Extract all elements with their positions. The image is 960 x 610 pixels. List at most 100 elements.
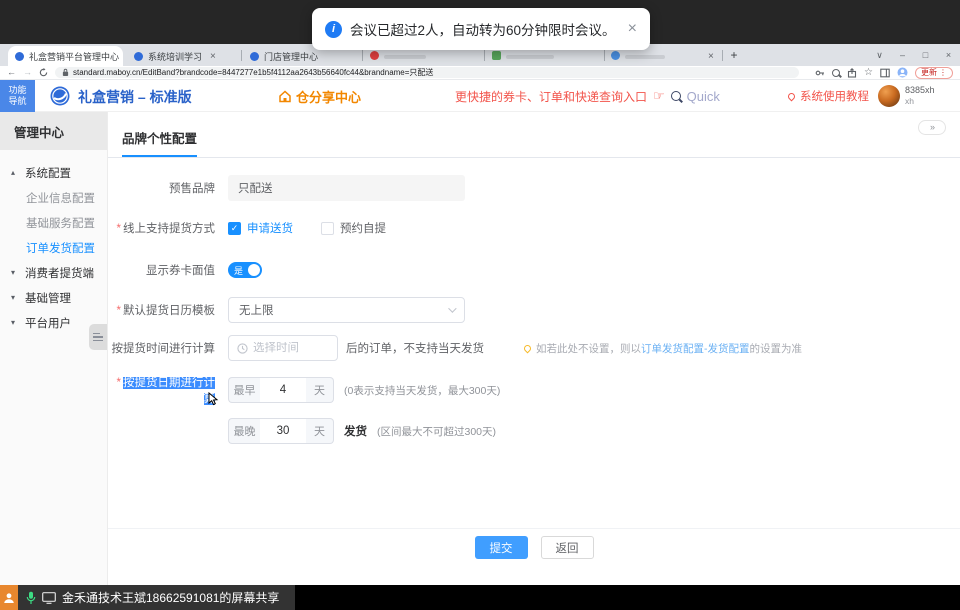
check-icon: ✓ xyxy=(231,223,239,234)
forward-icon[interactable]: → xyxy=(23,68,32,77)
form-row-date-calc-latest: 最晚 天 发货 (区间最大不可超过300天) xyxy=(108,418,960,444)
panel-collapse-button[interactable]: » xyxy=(918,120,946,135)
time-suffix-text: 后的订单，不支持当天发货 xyxy=(346,340,484,356)
quick-label: Quick xyxy=(687,89,720,104)
form-row-face-value: 显示券卡面值 是 xyxy=(108,261,960,278)
function-nav-button[interactable]: 功能 导航 xyxy=(0,80,35,112)
sidebar-item-order-shipping[interactable]: 订单发货配置 xyxy=(0,235,107,260)
app-header: 功能 导航 礼盒营销 – 标准版 仓分享中心 更快捷的券卡、订单和快递查询入口 … xyxy=(0,80,960,112)
profile-avatar-icon[interactable] xyxy=(897,67,908,78)
share-icon[interactable] xyxy=(847,68,857,78)
window-minimize-button[interactable]: – xyxy=(891,44,914,66)
face-value-toggle[interactable]: 是 xyxy=(228,262,262,278)
calendar-template-select[interactable]: 无上限 xyxy=(228,297,465,323)
warehouse-share-link[interactable]: 仓分享中心 xyxy=(278,80,361,112)
tab-separator xyxy=(241,50,242,61)
hint-link[interactable]: 订单发货配置-发货配置 xyxy=(641,343,750,355)
earliest-days-input[interactable] xyxy=(260,377,306,403)
tab-favicon xyxy=(250,52,259,61)
back-button[interactable]: 返回 xyxy=(541,536,594,559)
obscured-tab-title[interactable] xyxy=(625,55,665,59)
window-maximize-button[interactable]: □ xyxy=(914,44,937,66)
time-picker[interactable] xyxy=(228,335,338,361)
tab-close-icon[interactable]: × xyxy=(708,51,714,62)
zoom-icon[interactable] xyxy=(832,69,840,77)
address-bar-icons: ☆ 更新 ⋮ xyxy=(815,67,953,79)
tab-favicon xyxy=(134,52,143,61)
toast-close-icon[interactable]: × xyxy=(628,20,637,38)
bookmark-star-icon[interactable]: ☆ xyxy=(864,68,873,78)
obscured-tab-title[interactable] xyxy=(506,55,554,59)
app-logo xyxy=(50,86,70,106)
promo-text: 更快捷的券卡、订单和快递查询入口 xyxy=(455,88,647,105)
tab-close-icon[interactable]: × xyxy=(210,51,216,62)
new-tab-button[interactable]: + xyxy=(726,48,742,64)
triangle-down-icon: ▾ xyxy=(11,268,25,277)
quick-search-icon xyxy=(671,91,681,101)
triangle-down-icon: ▾ xyxy=(11,318,25,327)
obscured-tab-title[interactable] xyxy=(384,55,426,59)
chevron-down-icon xyxy=(448,304,456,312)
screen-share-text: 金禾通技术王斌18662591081的屏幕共享 xyxy=(62,589,279,606)
latest-days-input[interactable] xyxy=(260,418,306,444)
checkbox-reserve-pickup[interactable] xyxy=(321,222,334,235)
delivery-mode-label: *线上支持提货方式 xyxy=(108,220,215,236)
form-row-delivery-mode: *线上支持提货方式 ✓ 申请送货 预约自提 xyxy=(108,220,960,236)
presenter-badge xyxy=(0,585,18,610)
lock-icon xyxy=(62,68,69,77)
sidebar-collapse-handle[interactable] xyxy=(89,324,107,350)
update-label: 更新 xyxy=(921,67,937,78)
info-icon: i xyxy=(325,21,342,38)
presale-brand-label: 预售品牌 xyxy=(108,180,215,196)
app-body: 管理中心 ▴ 系统配置 企业信息配置 基础服务配置 订单发货配置 xyxy=(0,112,960,585)
browser-tab-1[interactable]: 礼盒营销平台管理中心 × xyxy=(8,46,123,66)
tab-search-chevron-icon[interactable]: ∨ xyxy=(868,44,891,66)
mouse-cursor-icon xyxy=(208,392,219,406)
key-icon[interactable] xyxy=(815,68,825,78)
sidebar-title: 管理中心 xyxy=(0,112,107,150)
sidebar-item-consumer-pickup[interactable]: ▾ 消费者提货端 xyxy=(0,260,107,285)
obscured-tab-favicon[interactable] xyxy=(370,51,379,60)
latest-days-group: 最晚 天 xyxy=(228,418,334,444)
sidebar-item-system-config[interactable]: ▴ 系统配置 xyxy=(0,160,107,185)
apply-delivery-label: 申请送货 xyxy=(247,220,293,236)
screen-share-info: 金禾通技术王斌18662591081的屏幕共享 xyxy=(18,585,295,610)
clock-icon xyxy=(237,343,248,354)
back-icon[interactable]: ← xyxy=(7,68,16,77)
obscured-tab-favicon[interactable] xyxy=(492,51,501,60)
meeting-toast: i 会议已超过2人，自动转为60分钟限时会议。 × xyxy=(312,8,650,50)
user-sub: xh xyxy=(905,96,914,106)
checkbox-apply-delivery[interactable]: ✓ xyxy=(228,222,241,235)
sidebar-item-basic-management[interactable]: ▾ 基础管理 xyxy=(0,285,107,310)
screen-share-bar: 金禾通技术王斌18662591081的屏幕共享 xyxy=(0,585,960,610)
quick-search-entry[interactable]: 更快捷的券卡、订单和快递查询入口 ☞ Quick xyxy=(455,80,720,112)
tutorial-link[interactable]: 系统使用教程 xyxy=(788,80,869,112)
obscured-tab-favicon[interactable] xyxy=(611,51,620,60)
presale-brand-input[interactable] xyxy=(228,175,465,201)
latest-hint: (区间最大不可超过300天) xyxy=(377,424,496,439)
username: 8385xh xyxy=(905,85,935,95)
time-input[interactable] xyxy=(253,342,323,354)
earliest-days-group: 最早 天 xyxy=(228,377,334,403)
user-menu[interactable]: 8385xh xh xyxy=(878,80,935,112)
time-hint: 如若此处不设置，则以订单发货配置-发货配置的设置为准 xyxy=(524,341,802,356)
submit-button[interactable]: 提交 xyxy=(475,536,528,559)
time-calc-label: 按提货时间进行计算 xyxy=(108,340,215,356)
side-panel-icon[interactable] xyxy=(880,68,890,78)
url-text: standard.maboy.cn/EditBand?brandcode=844… xyxy=(73,67,433,78)
reload-icon[interactable] xyxy=(39,68,48,77)
window-close-button[interactable]: × xyxy=(937,44,960,66)
url-box[interactable]: standard.maboy.cn/EditBand?brandcode=844… xyxy=(55,67,799,78)
menu-dots-icon: ⋮ xyxy=(939,68,947,77)
sidebar-item-enterprise-info[interactable]: 企业信息配置 xyxy=(0,185,107,210)
share-center-label: 仓分享中心 xyxy=(296,87,361,106)
tab-favicon xyxy=(15,52,24,61)
user-avatar xyxy=(878,85,900,107)
sidebar-item-basic-service[interactable]: 基础服务配置 xyxy=(0,210,107,235)
tab-brand-config[interactable]: 品牌个性配置 xyxy=(122,128,197,157)
browser-address-bar: ← → standard.maboy.cn/EditBand?brandcode… xyxy=(0,66,960,80)
browser-tab-2[interactable]: 系统培训学习 × xyxy=(127,46,239,66)
chrome-update-button[interactable]: 更新 ⋮ xyxy=(915,67,953,79)
form-row-date-calc-earliest: *按提货日期进行计算 最早 天 (0表示支持当天发货，最大300天) xyxy=(108,374,960,406)
warehouse-icon xyxy=(278,90,292,103)
